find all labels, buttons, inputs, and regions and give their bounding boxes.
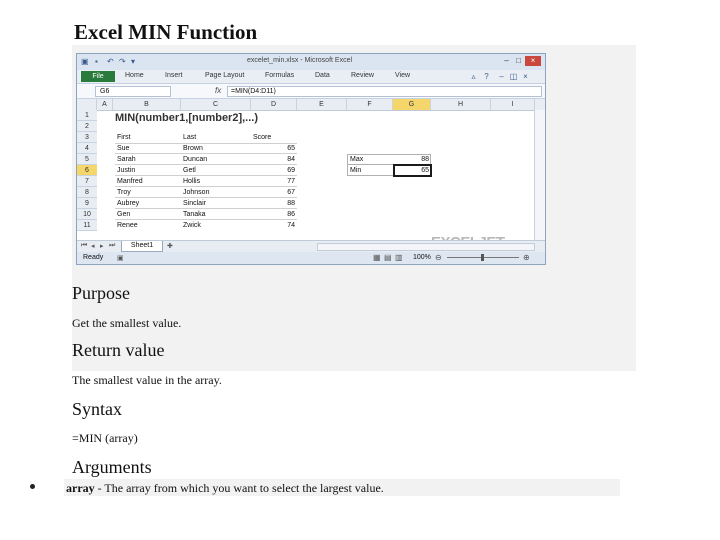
column-header-e[interactable]: E bbox=[297, 99, 347, 110]
workbook-restore-icon[interactable]: ◫ bbox=[509, 72, 518, 81]
row-header[interactable]: 8 bbox=[77, 187, 97, 198]
column-header-c[interactable]: C bbox=[181, 99, 251, 110]
row-divider bbox=[115, 219, 297, 220]
sheet-tab[interactable]: Sheet1 bbox=[121, 241, 163, 252]
row-divider bbox=[115, 208, 297, 209]
excel-window-title: excelet_min.xlsx - Microsoft Excel bbox=[247, 57, 353, 64]
return-value-heading: Return value bbox=[72, 340, 165, 360]
zoom-out-icon[interactable]: ⊖ bbox=[435, 253, 442, 262]
tab-insert[interactable]: Insert bbox=[165, 72, 183, 79]
select-all-corner[interactable] bbox=[77, 99, 97, 110]
insert-sheet-icon[interactable]: ✚ bbox=[167, 242, 173, 250]
workbook-minimize-icon[interactable]: – bbox=[497, 72, 506, 81]
arguments-heading: Arguments bbox=[72, 457, 152, 477]
purpose-heading: Purpose bbox=[72, 283, 130, 303]
column-header-b[interactable]: B bbox=[113, 99, 181, 110]
tab-review[interactable]: Review bbox=[351, 72, 374, 79]
excel-title-bar: ▣ ▪ ↶ ↷ ▾ excelet_min.xlsx - Microsoft E… bbox=[77, 54, 545, 70]
sheet-tab-bar: ⏮ ◂ ▸ ⏭ Sheet1 ✚ bbox=[77, 240, 545, 252]
syntax-heading: Syntax bbox=[72, 399, 123, 419]
row-divider bbox=[115, 175, 297, 176]
row-divider bbox=[115, 197, 297, 198]
horizontal-scrollbar[interactable] bbox=[317, 243, 535, 251]
max-label[interactable]: Max bbox=[350, 154, 363, 165]
purpose-text: Get the smallest value. bbox=[72, 316, 182, 330]
column-header-d[interactable]: D bbox=[251, 99, 297, 110]
row-divider bbox=[115, 164, 297, 165]
column-header-a[interactable]: A bbox=[97, 99, 113, 110]
column-headers: A B C D E F G H I bbox=[77, 99, 545, 111]
column-header-f[interactable]: F bbox=[347, 99, 393, 110]
close-icon[interactable]: × bbox=[525, 56, 541, 66]
name-box[interactable]: G6 bbox=[95, 86, 171, 97]
page-title: Excel MIN Function bbox=[74, 20, 258, 44]
prev-sheet-arrow-icon[interactable]: ◂ bbox=[91, 242, 95, 250]
row-header-selected[interactable]: 6 bbox=[77, 165, 97, 176]
tab-formulas[interactable]: Formulas bbox=[265, 72, 294, 79]
last-sheet-arrow-icon[interactable]: ⏭ bbox=[109, 242, 115, 250]
redo-icon[interactable]: ↷ bbox=[119, 57, 126, 66]
cell-first[interactable]: Renee bbox=[117, 220, 138, 231]
zoom-slider-thumb[interactable] bbox=[481, 254, 484, 261]
min-value-active-cell[interactable]: 65 bbox=[393, 165, 429, 176]
tab-data[interactable]: Data bbox=[315, 72, 330, 79]
excel-screenshot: ▣ ▪ ↶ ↷ ▾ excelet_min.xlsx - Microsoft E… bbox=[76, 53, 546, 265]
minimize-icon[interactable]: – bbox=[501, 56, 512, 66]
row-header[interactable]: 10 bbox=[77, 209, 97, 220]
column-header-h[interactable]: H bbox=[431, 99, 491, 110]
formula-input[interactable]: =MIN(D4:D11) bbox=[227, 86, 542, 97]
minimize-ribbon-icon[interactable]: ▵ bbox=[469, 72, 478, 81]
argument-name: array bbox=[66, 481, 95, 495]
zoom-level[interactable]: 100% bbox=[413, 254, 431, 261]
tab-file[interactable]: File bbox=[81, 71, 115, 82]
row-divider bbox=[115, 186, 297, 187]
row-header[interactable]: 1 bbox=[77, 110, 97, 121]
bullet-icon bbox=[30, 484, 35, 489]
macro-record-icon[interactable]: ▣ bbox=[117, 254, 124, 262]
argument-item: array - The array from which you want to… bbox=[66, 481, 384, 496]
excel-app-icon: ▣ bbox=[81, 57, 89, 66]
row-header[interactable]: 5 bbox=[77, 154, 97, 165]
next-sheet-arrow-icon[interactable]: ▸ bbox=[100, 242, 104, 250]
page-break-view-icon[interactable]: ▥ bbox=[395, 253, 403, 262]
min-label[interactable]: Min bbox=[350, 165, 361, 176]
workbook-close-icon[interactable]: × bbox=[521, 72, 530, 81]
function-syntax-cell[interactable]: MIN(number1,[number2],...) bbox=[115, 112, 258, 124]
column-header-g[interactable]: G bbox=[393, 99, 431, 110]
return-value-text: The smallest value in the array. bbox=[72, 373, 222, 387]
status-text: Ready bbox=[83, 254, 104, 261]
ribbon-tabs: File Home Insert Page Layout Formulas Da… bbox=[77, 70, 545, 84]
syntax-text: =MIN (array) bbox=[72, 431, 138, 445]
vertical-scrollbar[interactable] bbox=[534, 110, 545, 240]
tab-home[interactable]: Home bbox=[125, 72, 144, 79]
page-layout-view-icon[interactable]: ▤ bbox=[384, 253, 392, 262]
row-header[interactable]: 7 bbox=[77, 176, 97, 187]
first-sheet-arrow-icon[interactable]: ⏮ bbox=[81, 242, 87, 250]
quick-access-menu-icon[interactable]: ▾ bbox=[131, 57, 135, 66]
normal-view-icon[interactable]: ▦ bbox=[373, 253, 381, 262]
row-header[interactable]: 9 bbox=[77, 198, 97, 209]
table-header-last[interactable]: Last bbox=[183, 132, 196, 143]
row-header[interactable]: 2 bbox=[77, 121, 97, 132]
cell-score[interactable]: 74 bbox=[253, 220, 295, 231]
cell-last[interactable]: Zwick bbox=[183, 220, 201, 231]
zoom-in-icon[interactable]: ⊕ bbox=[523, 253, 530, 262]
status-bar: Ready ▣ ▦ ▤ ▥ 100% ⊖ ⊕ bbox=[77, 252, 545, 264]
row-header[interactable]: 11 bbox=[77, 220, 97, 231]
maximize-icon[interactable]: □ bbox=[513, 56, 524, 66]
argument-description: - The array from which you want to selec… bbox=[94, 481, 384, 495]
table-header-score[interactable]: Score bbox=[253, 132, 271, 143]
tab-page-layout[interactable]: Page Layout bbox=[205, 72, 244, 79]
formula-bar: G6 fx =MIN(D4:D11) bbox=[77, 84, 545, 99]
save-icon[interactable]: ▪ bbox=[95, 57, 98, 66]
help-icon[interactable]: ? bbox=[482, 72, 491, 81]
row-divider bbox=[115, 153, 297, 154]
row-header[interactable]: 3 bbox=[77, 132, 97, 143]
fx-icon[interactable]: fx bbox=[215, 86, 221, 95]
tab-view[interactable]: View bbox=[395, 72, 410, 79]
row-header[interactable]: 4 bbox=[77, 143, 97, 154]
column-header-i[interactable]: I bbox=[491, 99, 535, 110]
undo-icon[interactable]: ↶ bbox=[107, 57, 114, 66]
table-header-first[interactable]: First bbox=[117, 132, 131, 143]
